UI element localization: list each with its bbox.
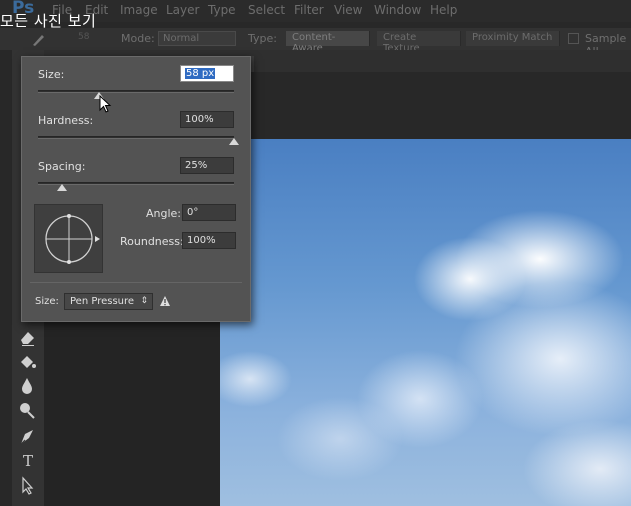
eraser-icon[interactable] <box>12 326 44 348</box>
sample-all-checkbox[interactable] <box>568 33 579 44</box>
size-control-label: Size: <box>35 296 59 307</box>
menu-window[interactable]: Window <box>374 3 421 17</box>
brush-tip-preview[interactable] <box>34 204 103 273</box>
hardness-slider[interactable] <box>38 136 234 139</box>
type-create-texture[interactable]: Create Texture <box>377 31 461 54</box>
pen-icon[interactable] <box>12 426 44 448</box>
type-icon[interactable]: T <box>12 450 44 472</box>
spacing-label: Spacing: <box>38 160 86 173</box>
options-bar: 58 Mode: Normal Type: Content-Aware Crea… <box>0 28 631 58</box>
spacing-slider-thumb[interactable] <box>56 184 67 191</box>
menu-layer[interactable]: Layer <box>166 3 199 17</box>
hardness-input[interactable]: 100% <box>180 111 234 128</box>
panel-divider <box>30 282 242 283</box>
mode-value: Normal <box>163 33 200 44</box>
size-control-value: Pen Pressure <box>70 296 135 307</box>
menu-type[interactable]: Type <box>208 3 236 17</box>
menu-help[interactable]: Help <box>430 3 457 17</box>
angle-label: Angle: <box>146 207 182 220</box>
spacing-slider[interactable] <box>38 182 234 185</box>
mouse-cursor-icon <box>99 95 112 113</box>
select-arrows-icon: ⇕ <box>140 296 148 306</box>
image-canvas[interactable] <box>220 139 631 506</box>
menu-image[interactable]: Image <box>120 3 158 17</box>
size-control-select[interactable]: Pen Pressure ⇕ <box>64 293 153 310</box>
roundness-input[interactable]: 100% <box>182 232 236 249</box>
type-content-aware[interactable]: Content-Aware <box>286 31 370 54</box>
type-label: Type: <box>248 32 277 45</box>
warning-icon <box>160 296 170 306</box>
type-proximity-match[interactable]: Proximity Match <box>466 31 560 46</box>
blur-icon[interactable] <box>12 374 44 396</box>
roundness-label: Roundness: <box>120 235 184 248</box>
size-slider[interactable] <box>38 90 234 93</box>
size-input[interactable]: 58 px <box>180 65 234 82</box>
brush-preset-picker: Size: 58 px Hardness: 100% Spacing: 25% … <box>21 56 251 322</box>
brush-tool-icon[interactable] <box>30 31 48 47</box>
spacing-input[interactable]: 25% <box>180 157 234 174</box>
menu-view[interactable]: View <box>334 3 362 17</box>
dodge-icon[interactable] <box>12 398 44 420</box>
mode-select[interactable]: Normal <box>158 31 236 46</box>
paint-bucket-icon[interactable] <box>12 350 44 372</box>
hardness-slider-thumb[interactable] <box>229 138 239 145</box>
menu-filter[interactable]: Filter <box>294 3 324 17</box>
size-value: 58 px <box>185 68 216 79</box>
path-select-icon[interactable] <box>12 474 44 496</box>
angle-input[interactable]: 0° <box>182 204 236 221</box>
brush-angle-dial-icon[interactable] <box>35 205 104 274</box>
hardness-label: Hardness: <box>38 114 94 127</box>
mode-label: Mode: <box>121 32 155 45</box>
menu-select[interactable]: Select <box>248 3 285 17</box>
size-label: Size: <box>38 68 65 81</box>
brush-size-readout[interactable]: 58 <box>78 32 89 42</box>
